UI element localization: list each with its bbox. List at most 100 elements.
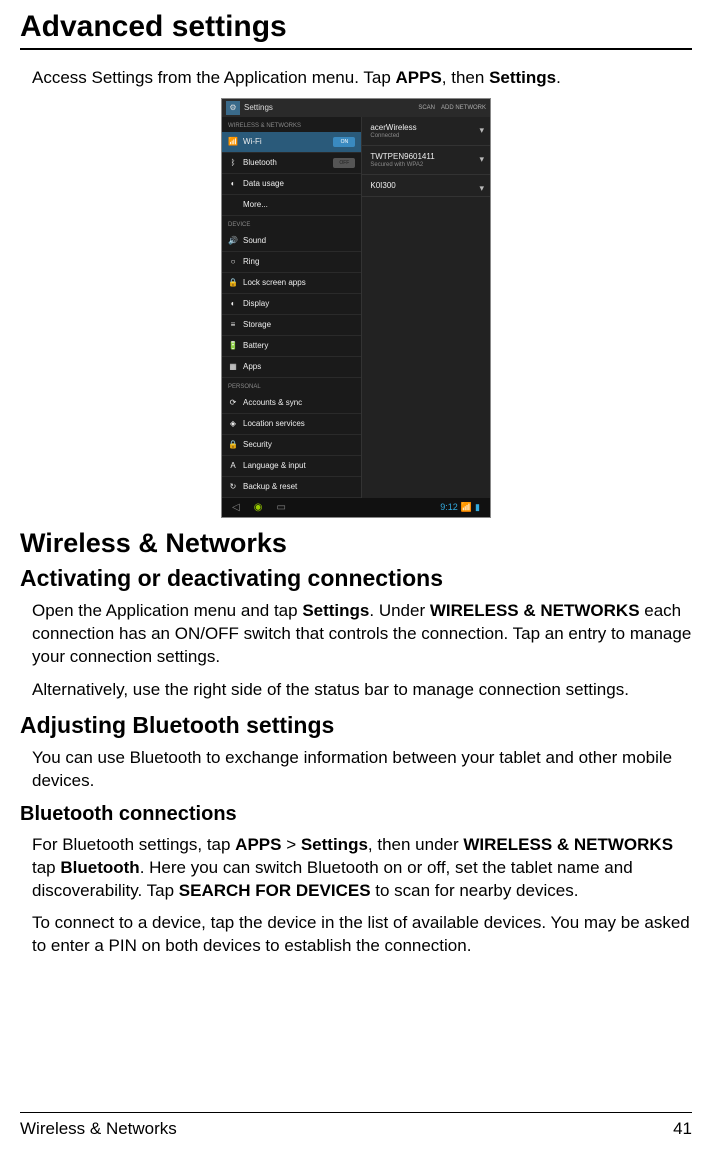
label: Data usage	[243, 179, 284, 188]
section-label: PERSONAL	[222, 378, 361, 393]
security-icon: 🔒	[228, 440, 238, 450]
network-list: acerWireless Connected ▾ TWTPEN9601411 S…	[361, 117, 490, 498]
wifi-status-icon: 📶	[461, 502, 472, 513]
text-bold: Settings	[301, 835, 368, 854]
sidebar-item-bluetooth[interactable]: ᛒ Bluetooth OFF	[222, 153, 361, 174]
label: Wi-Fi	[243, 137, 262, 146]
nav-bar: ◁ ◉ ▭ 9:12 📶 ▮	[222, 498, 490, 517]
sidebar-item-display[interactable]: ◐ Display	[222, 294, 361, 315]
storage-icon: ≡	[228, 320, 238, 330]
sidebar-item-location[interactable]: ◈ Location services	[222, 414, 361, 435]
wifi-toggle[interactable]: ON	[333, 137, 355, 147]
label: Security	[243, 440, 272, 449]
battery-icon: 🔋	[228, 341, 238, 351]
text: , then	[442, 68, 489, 87]
paragraph: You can use Bluetooth to exchange inform…	[32, 747, 692, 793]
wifi-signal-icon: ▾	[479, 183, 484, 194]
text: For Bluetooth settings, tap	[32, 835, 235, 854]
wifi-signal-icon: ▾	[479, 125, 484, 136]
apps-icon: ▦	[228, 362, 238, 372]
text-bold: SEARCH FOR DEVICES	[179, 881, 371, 900]
ring-icon: ○	[228, 257, 238, 267]
label: Ring	[243, 257, 259, 266]
text-bold: APPS	[235, 835, 281, 854]
sidebar-item-apps[interactable]: ▦ Apps	[222, 357, 361, 378]
text-bold: APPS	[396, 68, 442, 87]
section-label: DEVICE	[222, 216, 361, 231]
clock: 9:12	[440, 502, 458, 512]
text-bold: WIRELESS & NETWORKS	[430, 601, 640, 620]
label: Display	[243, 299, 269, 308]
label: Apps	[243, 362, 261, 371]
text-bold: Settings	[302, 601, 369, 620]
sidebar-item-accounts[interactable]: ⟳ Accounts & sync	[222, 393, 361, 414]
network-status: Connected	[370, 133, 482, 139]
app-topbar: ⚙ Settings SCAN ADD NETWORK	[222, 99, 490, 117]
page-number: 41	[673, 1119, 692, 1139]
subsubsection-heading: Bluetooth connections	[20, 803, 692, 826]
display-icon: ◐	[228, 299, 238, 309]
paragraph: For Bluetooth settings, tap APPS > Setti…	[32, 834, 692, 903]
sound-icon: 🔊	[228, 236, 238, 246]
location-icon: ◈	[228, 419, 238, 429]
sidebar-item-battery[interactable]: 🔋 Battery	[222, 336, 361, 357]
label: Sound	[243, 236, 266, 245]
label: Accounts & sync	[243, 398, 302, 407]
text-bold: Settings	[489, 68, 556, 87]
label: Bluetooth	[243, 158, 277, 167]
paragraph: Open the Application menu and tap Settin…	[32, 600, 692, 669]
wifi-signal-lock-icon: ▾	[479, 154, 484, 165]
sidebar-item-backup[interactable]: ↻Backup & reset	[222, 477, 361, 498]
label: Lock screen apps	[243, 278, 306, 287]
paragraph: Alternatively, use the right side of the…	[32, 679, 692, 702]
label: Battery	[243, 341, 268, 350]
label: Language & input	[243, 461, 306, 470]
settings-icon: ⚙	[226, 101, 240, 115]
page-title: Advanced settings	[20, 10, 692, 50]
network-status: Secured with WPA2	[370, 162, 482, 168]
sidebar-item-ring[interactable]: ○ Ring	[222, 252, 361, 273]
network-name: TWTPEN9601411	[370, 152, 482, 161]
scan-button[interactable]: SCAN	[418, 105, 435, 111]
text-bold: WIRELESS & NETWORKS	[463, 835, 673, 854]
network-name: acerWireless	[370, 123, 482, 132]
sidebar-item-lock[interactable]: 🔒 Lock screen apps	[222, 273, 361, 294]
page-footer: Wireless & Networks 41	[20, 1112, 692, 1139]
add-network-button[interactable]: ADD NETWORK	[441, 105, 486, 111]
language-icon: A	[228, 461, 238, 471]
battery-status-icon: ▮	[475, 502, 480, 513]
text: Open the Application menu and tap	[32, 601, 302, 620]
sidebar-item-storage[interactable]: ≡Storage	[222, 315, 361, 336]
section-heading: Wireless & Networks	[20, 528, 692, 559]
back-icon[interactable]: ◁	[232, 502, 240, 513]
network-item[interactable]: TWTPEN9601411 Secured with WPA2 ▾	[362, 146, 490, 175]
bluetooth-toggle[interactable]: OFF	[333, 158, 355, 168]
text: . Under	[369, 601, 429, 620]
sidebar-item-more[interactable]: More...	[222, 195, 361, 216]
sync-icon: ⟳	[228, 398, 238, 408]
text: , then under	[368, 835, 463, 854]
app-title: Settings	[244, 103, 273, 112]
subsection-heading: Adjusting Bluetooth settings	[20, 712, 692, 739]
text: Access Settings from the Application men…	[32, 68, 396, 87]
settings-screenshot: ⚙ Settings SCAN ADD NETWORK WIRELESS & N…	[221, 98, 491, 518]
home-icon[interactable]: ◉	[254, 502, 263, 513]
text: >	[281, 835, 300, 854]
section-label: WIRELESS & NETWORKS	[222, 117, 361, 132]
bluetooth-icon: ᛒ	[228, 158, 238, 168]
sidebar-item-data[interactable]: ◐ Data usage	[222, 174, 361, 195]
recent-icon[interactable]: ▭	[276, 502, 285, 513]
network-item[interactable]: K0I300 ▾	[362, 175, 490, 197]
lock-icon: 🔒	[228, 278, 238, 288]
sidebar-item-language[interactable]: A Language & input	[222, 456, 361, 477]
network-name: K0I300	[370, 181, 482, 190]
network-item[interactable]: acerWireless Connected ▾	[362, 117, 490, 146]
wifi-icon: 📶	[228, 137, 238, 147]
text: .	[556, 68, 561, 87]
intro-paragraph: Access Settings from the Application men…	[32, 68, 692, 88]
backup-icon: ↻	[228, 482, 238, 492]
sidebar-item-wifi[interactable]: 📶 Wi-Fi ON	[222, 132, 361, 153]
sidebar-item-security[interactable]: 🔒 Security	[222, 435, 361, 456]
label: Location services	[243, 419, 305, 428]
sidebar-item-sound[interactable]: 🔊 Sound	[222, 231, 361, 252]
